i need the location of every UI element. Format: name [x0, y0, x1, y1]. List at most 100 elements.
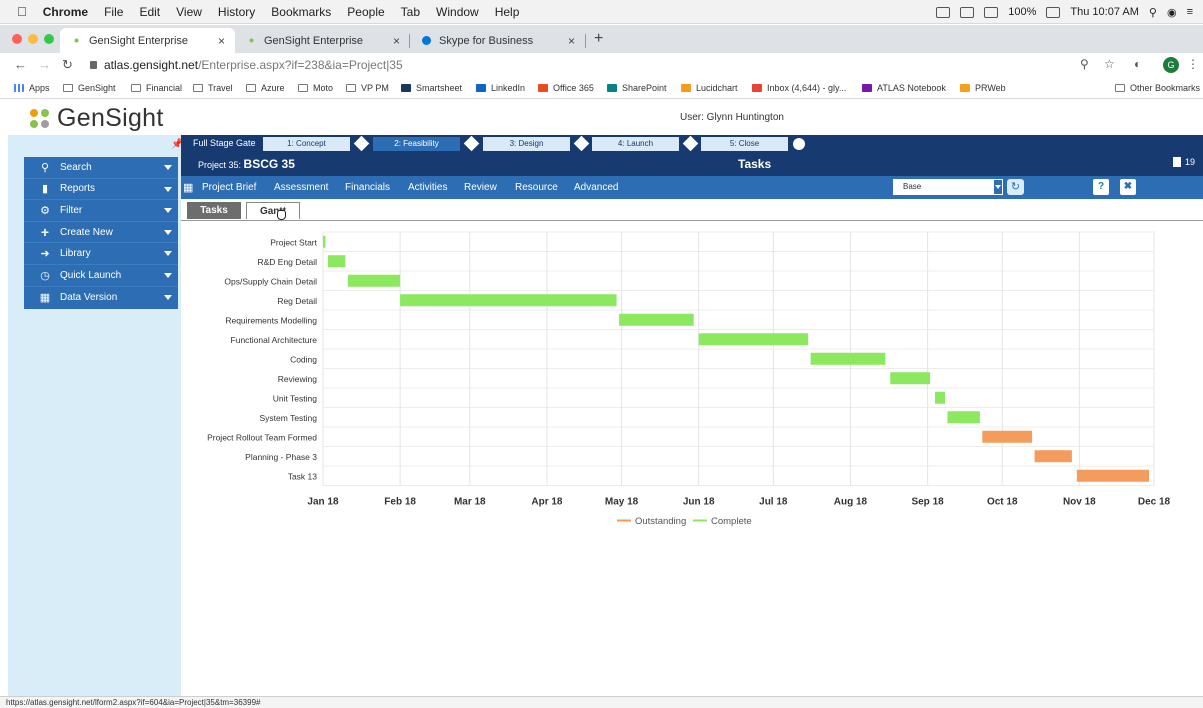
skype-favicon	[422, 36, 431, 45]
browser-tab-3[interactable]: Skype for Business ×	[410, 28, 585, 53]
volume-icon[interactable]	[984, 6, 999, 18]
bookmark-star-icon[interactable]: ☆	[1104, 57, 1115, 71]
grid-menu-icon[interactable]: ▦	[183, 181, 193, 194]
menu-history[interactable]: History	[218, 5, 255, 19]
bookmark-financial[interactable]: Financial	[131, 83, 182, 93]
sidebar-item-create-new[interactable]: + Create New	[24, 222, 178, 244]
chevron-down-icon	[164, 165, 172, 170]
sidebar-item-reports[interactable]: ▮ Reports	[24, 179, 178, 201]
baseline-select[interactable]: Base	[893, 179, 1003, 195]
task-label: Project Rollout Team Formed	[207, 432, 317, 442]
bookmark-smartsheet[interactable]: Smartsheet	[401, 83, 462, 93]
reload-icon[interactable]: ↻	[62, 57, 73, 73]
spotlight-icon[interactable]: ⚲	[1149, 6, 1157, 19]
close-tab-icon[interactable]: ×	[568, 34, 575, 48]
forward-icon[interactable]: →	[38, 57, 51, 72]
clock[interactable]: Thu 10:07 AM	[1070, 6, 1139, 18]
gensight-logo[interactable]: GenSight	[30, 104, 164, 133]
bookmark-travel[interactable]: Travel	[193, 83, 233, 93]
gear-icon: ⚙	[40, 204, 50, 217]
tab-separator	[585, 34, 586, 48]
sidebar-item-filter[interactable]: ⚙ Filter	[24, 200, 178, 222]
help-icon[interactable]: ?	[1093, 179, 1109, 195]
sidebar-item-library[interactable]: ➜ Library	[24, 243, 178, 265]
back-icon[interactable]: ←	[14, 57, 27, 72]
notification-center-icon[interactable]: ≡	[1187, 6, 1193, 18]
siri-icon[interactable]: ◉	[1167, 6, 1177, 19]
nav-activities[interactable]: Activities	[408, 182, 447, 193]
menu-tab[interactable]: Tab	[401, 5, 420, 19]
stage-launch[interactable]: 4: Launch	[592, 137, 679, 151]
folder-icon	[346, 84, 356, 92]
bookmark-inbox[interactable]: Inbox (4,644) - gly...	[752, 83, 846, 93]
sidebar-item-quick-launch[interactable]: ◷ Quick Launch	[24, 265, 178, 287]
refresh-icon[interactable]: ↻	[1007, 179, 1024, 195]
nav-advanced[interactable]: Advanced	[574, 182, 618, 193]
minimize-window-button[interactable]	[28, 34, 38, 44]
gmail-icon	[752, 84, 762, 92]
bookmark-other[interactable]: Other Bookmarks	[1115, 83, 1200, 93]
sidebar-item-data-version[interactable]: ▦ Data Version	[24, 287, 178, 309]
tab-tasks[interactable]: Tasks	[187, 202, 241, 219]
bookmark-azure[interactable]: Azure	[246, 83, 285, 93]
sidebar-menu: ⚲ Search ▮ Reports ⚙ Filter + Create New ➜ Li…	[24, 157, 178, 309]
nav-assessment[interactable]: Assessment	[274, 182, 328, 193]
bookmark-atlas-notebook[interactable]: ATLAS Notebook	[862, 83, 946, 93]
wifi-icon[interactable]	[960, 6, 975, 18]
status-icon[interactable]	[936, 6, 951, 18]
bookmark-label: Lucidchart	[696, 83, 738, 93]
close-window-button[interactable]	[12, 34, 22, 44]
bookmark-office-365[interactable]: Office 365	[538, 83, 594, 93]
task-label: R&D Eng Detail	[257, 257, 317, 267]
bookmark-prweb[interactable]: PRWeb	[960, 83, 1006, 93]
bookmark-lucidchart[interactable]: Lucidchart	[681, 83, 738, 93]
gantt-bar	[400, 294, 617, 307]
stage-feasibility[interactable]: 2: Feasibility	[373, 137, 460, 151]
menu-view[interactable]: View	[176, 5, 202, 19]
sidebar-item-search[interactable]: ⚲ Search	[24, 157, 178, 179]
x-tick-label: Jan 18	[307, 497, 339, 508]
gantt-bar	[619, 313, 694, 326]
apple-icon[interactable]: 	[17, 4, 27, 19]
menu-bookmarks[interactable]: Bookmarks	[271, 5, 331, 19]
url-field[interactable]: atlas.gensight.net/Enterprise.aspx?if=23…	[104, 58, 403, 72]
stage-concept[interactable]: 1: Concept	[263, 137, 350, 151]
menu-window[interactable]: Window	[436, 5, 479, 19]
tools-icon[interactable]: ✖	[1120, 179, 1136, 195]
nav-resource[interactable]: Resource	[515, 182, 558, 193]
x-tick-label: Sep 18	[911, 497, 944, 508]
bookmark-linkedin[interactable]: LinkedIn	[476, 83, 525, 93]
lock-icon[interactable]	[90, 61, 97, 69]
bookmark-sharepoint[interactable]: SharePoint	[607, 83, 667, 93]
bookmark-moto[interactable]: Moto	[298, 83, 333, 93]
menu-chrome[interactable]: Chrome	[43, 5, 88, 19]
tab-gantt[interactable]: Gantt	[246, 202, 300, 219]
chrome-menu-icon[interactable]: ⋮	[1187, 57, 1199, 71]
nav-project-brief[interactable]: Project Brief	[202, 182, 256, 193]
stage-close[interactable]: 5: Close	[701, 137, 788, 151]
menu-people[interactable]: People	[347, 5, 384, 19]
linkedin-icon	[476, 84, 486, 92]
nav-review[interactable]: Review	[464, 182, 497, 193]
nav-financials[interactable]: Financials	[345, 182, 390, 193]
menu-edit[interactable]: Edit	[139, 5, 160, 19]
menu-help[interactable]: Help	[495, 5, 520, 19]
bookmark-vp-pm[interactable]: VP PM	[346, 83, 389, 93]
profile-avatar[interactable]: G	[1163, 57, 1179, 73]
extension-icon[interactable]: ◐	[1134, 57, 1141, 71]
stage-design[interactable]: 3: Design	[483, 137, 570, 151]
browser-tab-2[interactable]: GenSight Enterprise ×	[235, 28, 410, 53]
close-tab-icon[interactable]: ×	[393, 34, 400, 48]
zoom-icon[interactable]: ⚲	[1080, 57, 1089, 71]
browser-tab-1[interactable]: GenSight Enterprise ×	[60, 28, 235, 53]
document-count[interactable]: 19	[1172, 157, 1195, 167]
maximize-window-button[interactable]	[44, 34, 54, 44]
new-tab-button[interactable]: +	[594, 30, 603, 48]
chevron-down-icon[interactable]	[993, 179, 1003, 195]
bookmark-gensight[interactable]: GenSight	[63, 83, 116, 93]
folder-icon	[246, 84, 256, 92]
bookmark-apps[interactable]: Apps	[14, 83, 50, 93]
menu-file[interactable]: File	[104, 5, 123, 19]
close-tab-icon[interactable]: ×	[218, 34, 225, 48]
battery-icon[interactable]	[1046, 6, 1061, 18]
